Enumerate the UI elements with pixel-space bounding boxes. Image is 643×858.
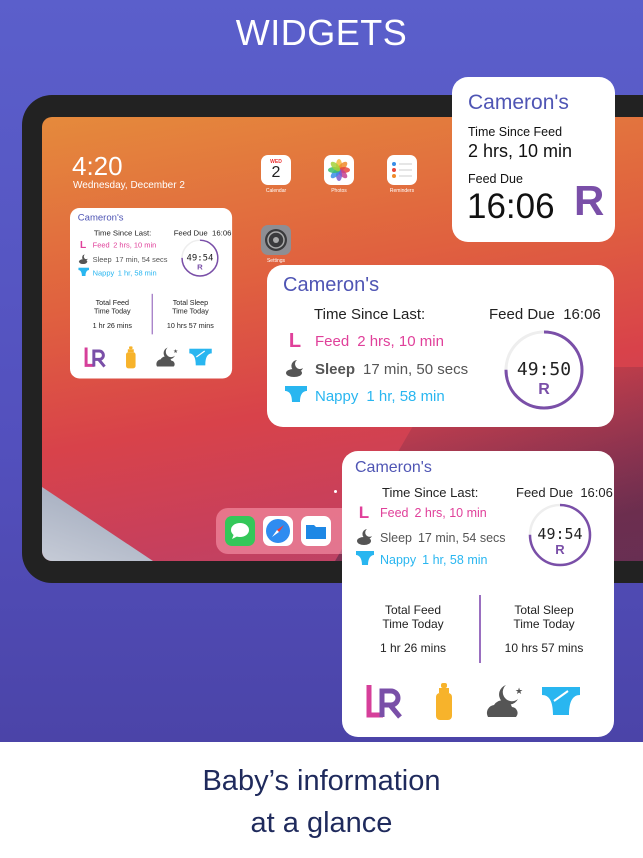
sleep-moon-icon: [356, 527, 372, 548]
baby-name: Cameron's: [77, 212, 124, 223]
nappy-change-icon[interactable]: [189, 348, 212, 369]
settings-icon: [261, 225, 291, 255]
sleep-row: Sleep 17 min, 54 secs: [78, 253, 167, 266]
side-switch-lr-icon[interactable]: [84, 346, 108, 369]
feed-row: L Feed 2 hrs, 10 min: [356, 503, 487, 523]
sleep-icon[interactable]: ★: [484, 683, 524, 722]
total-feed-label: Total Feed Time Today: [382, 603, 444, 631]
bottle-icon[interactable]: [434, 683, 454, 724]
lock-date: Wednesday, December 2: [73, 180, 185, 191]
messages-icon[interactable]: [225, 516, 255, 546]
countdown-ring: 49:50 R: [503, 329, 585, 411]
next-side: R: [574, 177, 605, 224]
baby-name: Cameron's: [283, 274, 380, 296]
baby-name: Cameron's: [468, 91, 569, 114]
nappy-row: Nappy 1 hr, 58 min: [78, 267, 157, 278]
page-indicator: [334, 490, 337, 493]
nappy-row: Nappy 1 hr, 58 min: [356, 551, 487, 568]
app-settings[interactable]: Settings: [260, 225, 292, 264]
sleep-row: Sleep 17 min, 50 secs: [285, 357, 468, 381]
baby-name: Cameron's: [355, 459, 432, 476]
sleep-row: Sleep 17 min, 54 secs: [356, 527, 506, 548]
feed-row: L Feed 2 hrs, 10 min: [80, 238, 157, 251]
photos-icon: [324, 155, 354, 185]
side-switch-lr-icon[interactable]: [366, 683, 406, 722]
nappy-icon: [356, 551, 374, 568]
hero: WIDGETS 4:20 Wednesday, December 2 WED 2…: [0, 0, 643, 742]
calendar-icon: WED 2: [261, 155, 291, 185]
countdown-ring: 49:54 R: [528, 503, 592, 567]
feed-due-time: 16:06: [467, 187, 555, 226]
left-side-icon: L: [80, 238, 87, 251]
total-sleep-label: Total Sleep Time Today: [513, 603, 575, 631]
reminders-icon: [387, 155, 417, 185]
feed-due: Feed Due 16:06: [516, 485, 613, 500]
feed-widget[interactable]: Cameron's Time Since Feed 2 hrs, 10 min …: [452, 77, 615, 242]
left-side-icon: L: [358, 503, 370, 522]
sleep-moon-icon: [78, 253, 88, 266]
large-widget[interactable]: Cameron's Time Since Last: Feed Due 16:0…: [342, 451, 614, 737]
total-sleep-value: 10 hrs 57 mins: [504, 641, 584, 655]
total-sleep-label: Total Sleep Time Today: [172, 298, 209, 316]
large-widget-on-screen[interactable]: Cameron's Time Since Last: Feed Due 16:0…: [70, 208, 233, 379]
total-sleep-value: 10 hrs 57 mins: [166, 321, 214, 330]
hero-title: WIDGETS: [235, 12, 408, 53]
total-feed-label: Total Feed Time Today: [94, 298, 131, 316]
nappy-change-icon[interactable]: [542, 687, 580, 720]
sleep-icon[interactable]: ★: [155, 346, 179, 369]
files-icon[interactable]: [301, 516, 331, 546]
tagline: Baby’s information at a glance: [0, 742, 643, 858]
nappy-icon: [285, 386, 307, 406]
svg-text:★: ★: [173, 349, 178, 355]
total-feed-value: 1 hr 26 mins: [379, 641, 447, 655]
feed-due: Feed Due 16:06: [173, 228, 232, 238]
lock-time: 4:20: [72, 151, 123, 181]
countdown-ring: 49:54 R: [181, 239, 219, 277]
medium-widget[interactable]: Cameron's Time Since Last: Feed Due 16:0…: [267, 265, 614, 427]
left-side-icon: L: [288, 330, 302, 352]
bottle-icon[interactable]: [125, 346, 137, 370]
app-reminders[interactable]: Reminders: [386, 155, 418, 194]
nappy-icon: [78, 267, 90, 278]
feed-row: L Feed 2 hrs, 10 min: [285, 330, 444, 353]
nappy-row: Nappy 1 hr, 58 min: [285, 386, 445, 406]
app-photos[interactable]: Photos: [323, 155, 355, 194]
svg-text:★: ★: [515, 686, 523, 696]
sleep-moon-icon: [285, 357, 305, 381]
total-feed-value: 1 hr 26 mins: [92, 321, 132, 330]
safari-icon[interactable]: [263, 516, 293, 546]
app-calendar[interactable]: WED 2 Calendar: [260, 155, 292, 194]
feed-due: Feed Due 16:06: [489, 306, 601, 323]
